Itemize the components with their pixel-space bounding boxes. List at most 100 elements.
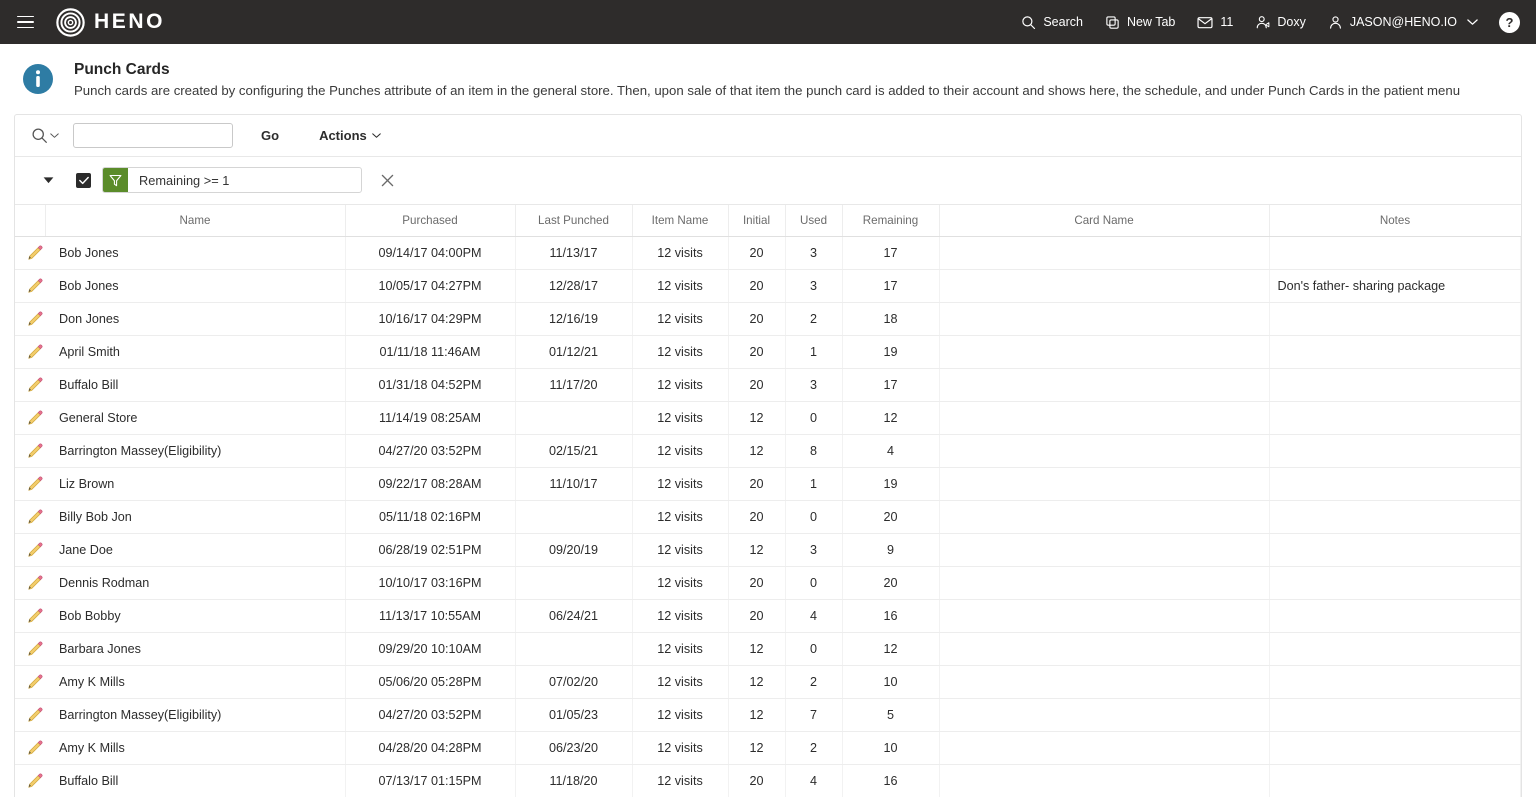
- cell-initial: 20: [728, 302, 786, 336]
- pencil-edit-icon[interactable]: [27, 377, 43, 393]
- actions-button[interactable]: Actions: [313, 124, 387, 147]
- pencil-edit-icon[interactable]: [27, 740, 43, 756]
- table-row[interactable]: Amy K Mills 05/06/20 05:28PM 07/02/20 12 vi…: [15, 665, 1521, 699]
- row-edit-cell[interactable]: [15, 236, 45, 270]
- table-row[interactable]: General Store 11/14/19 08:25AM 12 visits 12…: [15, 401, 1521, 435]
- filter-remove-button[interactable]: [377, 170, 398, 191]
- cell-purchased: 11/13/17 10:55AM: [345, 599, 516, 633]
- cell-remaining: 12: [842, 632, 940, 666]
- row-edit-cell[interactable]: [15, 434, 45, 468]
- pencil-edit-icon[interactable]: [27, 641, 43, 657]
- column-header-used[interactable]: Used: [785, 204, 843, 237]
- column-header-remaining[interactable]: Remaining: [842, 204, 940, 237]
- table-row[interactable]: Liz Brown 09/22/17 08:28AM 11/10/17 12 visi…: [15, 467, 1521, 501]
- cell-last-punched: 06/24/21: [515, 599, 633, 633]
- table-row[interactable]: Amy K Mills 04/28/20 04:28PM 06/23/20 12 vi…: [15, 731, 1521, 765]
- cell-used: 3: [785, 269, 843, 303]
- pencil-edit-icon[interactable]: [27, 674, 43, 690]
- cell-card-name: [939, 434, 1270, 468]
- row-edit-cell[interactable]: [15, 731, 45, 765]
- row-edit-cell[interactable]: [15, 269, 45, 303]
- cell-remaining: 5: [842, 698, 940, 732]
- top-nav-actions: Search New Tab 11 Doxy JASON@HENO.IO ?: [1010, 9, 1520, 36]
- filter-chip[interactable]: Remaining >= 1: [102, 167, 362, 194]
- go-button[interactable]: Go: [255, 124, 285, 147]
- search-input[interactable]: [73, 122, 233, 148]
- table-row[interactable]: Buffalo Bill 07/13/17 01:15PM 11/18/20 12 v…: [15, 764, 1521, 797]
- pencil-edit-icon[interactable]: [27, 707, 43, 723]
- column-header-notes[interactable]: Notes: [1269, 204, 1521, 237]
- pencil-edit-icon[interactable]: [27, 476, 43, 492]
- pencil-edit-icon[interactable]: [27, 773, 43, 789]
- table-row[interactable]: Bob Jones 10/05/17 04:27PM 12/28/17 12 visi…: [15, 269, 1521, 303]
- table-row[interactable]: Buffalo Bill 01/31/18 04:52PM 11/17/20 12 v…: [15, 368, 1521, 402]
- row-edit-cell[interactable]: [15, 401, 45, 435]
- column-header-initial[interactable]: Initial: [728, 204, 786, 237]
- pencil-edit-icon[interactable]: [27, 311, 43, 327]
- filter-funnel-icon: [109, 174, 121, 187]
- row-edit-cell[interactable]: [15, 533, 45, 567]
- cell-item-name: 12 visits: [632, 368, 729, 402]
- cell-last-punched: 11/13/17: [515, 236, 633, 270]
- cell-purchased: 10/16/17 04:29PM: [345, 302, 516, 336]
- row-edit-cell[interactable]: [15, 500, 45, 534]
- filter-collapse-toggle[interactable]: [39, 172, 58, 188]
- row-edit-cell[interactable]: [15, 566, 45, 600]
- help-button[interactable]: ?: [1499, 11, 1520, 33]
- table-row[interactable]: Billy Bob Jon 05/11/18 02:16PM 12 visits 20…: [15, 500, 1521, 534]
- cell-name: Barbara Jones: [45, 632, 346, 666]
- cell-item-name: 12 visits: [632, 731, 729, 765]
- pencil-edit-icon[interactable]: [27, 344, 43, 360]
- pencil-edit-icon[interactable]: [27, 443, 43, 459]
- column-header-name[interactable]: Name: [45, 204, 346, 237]
- column-header-purchased[interactable]: Purchased: [345, 204, 516, 237]
- table-row[interactable]: April Smith 01/11/18 11:46AM 01/12/21 12 vi…: [15, 335, 1521, 369]
- row-edit-cell[interactable]: [15, 368, 45, 402]
- pencil-edit-icon[interactable]: [27, 278, 43, 294]
- cell-last-punched: 06/23/20: [515, 731, 633, 765]
- cell-notes: [1269, 434, 1521, 468]
- row-edit-cell[interactable]: [15, 764, 45, 797]
- row-edit-cell[interactable]: [15, 302, 45, 336]
- search-column-selector[interactable]: [27, 124, 63, 147]
- nav-doxy-button[interactable]: Doxy: [1244, 9, 1316, 36]
- filter-enabled-checkbox[interactable]: [76, 172, 91, 188]
- cell-notes: [1269, 335, 1521, 369]
- pencil-edit-icon[interactable]: [27, 245, 43, 261]
- table-row[interactable]: Don Jones 10/16/17 04:29PM 12/16/19 12 visi…: [15, 302, 1521, 336]
- nav-messages-button[interactable]: 11: [1186, 9, 1244, 36]
- table-row[interactable]: Barrington Massey(Eligibility) 04/27/20 0…: [15, 434, 1521, 468]
- cell-remaining: 10: [842, 731, 940, 765]
- nav-search-button[interactable]: Search: [1010, 9, 1094, 36]
- pencil-edit-icon[interactable]: [27, 410, 43, 426]
- pencil-edit-icon[interactable]: [27, 608, 43, 624]
- table-row[interactable]: Jane Doe 06/28/19 02:51PM 09/20/19 12 visit…: [15, 533, 1521, 567]
- page-description: Punch cards are created by configuring t…: [74, 83, 1461, 98]
- pencil-edit-icon[interactable]: [27, 542, 43, 558]
- column-header-last-punched[interactable]: Last Punched: [515, 204, 633, 237]
- table-row[interactable]: Bob Jones 09/14/17 04:00PM 11/13/17 12 visi…: [15, 236, 1521, 270]
- table-row[interactable]: Barrington Massey(Eligibility) 04/27/20 0…: [15, 698, 1521, 732]
- cell-last-punched: 01/12/21: [515, 335, 633, 369]
- pencil-edit-icon[interactable]: [27, 509, 43, 525]
- brand-logo-link[interactable]: HENO: [56, 7, 165, 37]
- table-row[interactable]: Bob Bobby 11/13/17 10:55AM 06/24/21 12 visi…: [15, 599, 1521, 633]
- column-header-item-name[interactable]: Item Name: [632, 204, 729, 237]
- nav-new-tab-button[interactable]: New Tab: [1094, 9, 1186, 36]
- cell-remaining: 10: [842, 665, 940, 699]
- cell-purchased: 01/11/18 11:46AM: [345, 335, 516, 369]
- row-edit-cell[interactable]: [15, 632, 45, 666]
- row-edit-cell[interactable]: [15, 698, 45, 732]
- pencil-edit-icon[interactable]: [27, 575, 43, 591]
- cell-name: Liz Brown: [45, 467, 346, 501]
- row-edit-cell[interactable]: [15, 665, 45, 699]
- row-edit-cell[interactable]: [15, 599, 45, 633]
- hamburger-menu-icon[interactable]: [8, 7, 42, 37]
- nav-user-account-menu[interactable]: JASON@HENO.IO: [1317, 9, 1489, 36]
- row-edit-cell[interactable]: [15, 335, 45, 369]
- cell-remaining: 9: [842, 533, 940, 567]
- table-row[interactable]: Dennis Rodman 10/10/17 03:16PM 12 visits 20…: [15, 566, 1521, 600]
- column-header-card-name[interactable]: Card Name: [939, 204, 1270, 237]
- table-row[interactable]: Barbara Jones 09/29/20 10:10AM 12 visits 12…: [15, 632, 1521, 666]
- row-edit-cell[interactable]: [15, 467, 45, 501]
